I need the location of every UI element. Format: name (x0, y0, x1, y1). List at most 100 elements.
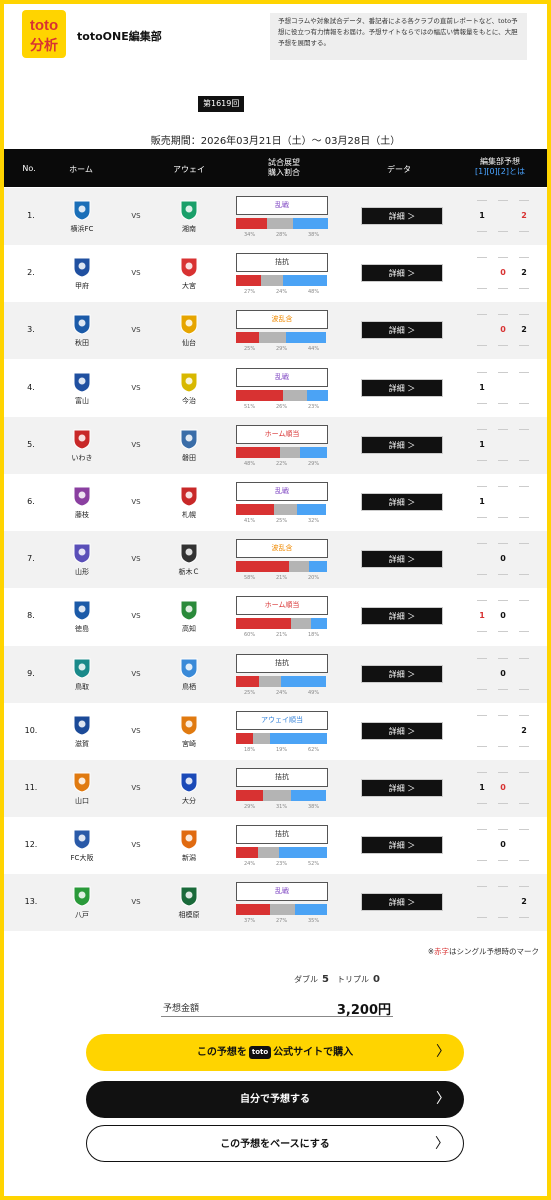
pick-explain-link[interactable]: [1][0][2]とは (464, 167, 536, 177)
editor-picks: 0 (471, 543, 535, 576)
draw-segment (270, 904, 295, 916)
draw-pct: 29% (276, 346, 288, 353)
away-pct: 38% (308, 804, 320, 810)
away-team-name: 栃木Ｃ (178, 568, 200, 577)
home-team-name: FC大阪 (70, 854, 94, 863)
home-team-name: いわき (71, 453, 93, 462)
away-emblem-icon (180, 600, 198, 621)
away-team: 磐田 (162, 428, 216, 463)
svg-text:分析: 分析 (30, 37, 58, 54)
col-pick: 編集部予想 [1][0][2]とは (464, 157, 536, 177)
buy-label-pre: この予想を (196, 1047, 247, 1058)
match-row: 3. 秋田 VS 仙台 波乱含 25% 29% 44% 詳細 ＞ 0 2 (4, 302, 547, 360)
away-win-segment (270, 732, 328, 744)
away-team-name: 宮崎 (182, 739, 196, 748)
pick-slot: 2 (515, 314, 533, 347)
detail-button[interactable]: 詳細 ＞ (361, 836, 443, 855)
predict-yourself-button[interactable]: 自分で予想する 〉 (86, 1081, 464, 1118)
home-team: 富山 (55, 371, 109, 406)
away-win-segment (294, 904, 328, 916)
pick-slot: 2 (515, 886, 533, 919)
col-home: ホーム (69, 165, 93, 174)
table-header: No. ホーム アウェイ 試合展望 購入割合 データ 編集部予想 [1][0][… (4, 149, 547, 187)
purchase-ratio-bar (236, 904, 328, 916)
match-row: 8. 徳島 VS 高知 ホーム順当 60% 21% 18% 詳細 ＞ 1 0 (4, 588, 547, 645)
home-win-segment (236, 275, 261, 287)
col-outlook-line1: 試合展望 (268, 158, 300, 167)
home-pct: 25% (244, 689, 256, 696)
draw-segment (252, 732, 271, 744)
double-label: ダブル (294, 975, 318, 984)
home-win-segment (236, 389, 283, 401)
match-no: 12. (24, 840, 38, 850)
detail-button[interactable]: 詳細 ＞ (361, 321, 443, 340)
detail-button[interactable]: 詳細 ＞ (361, 378, 443, 397)
pick-slot: 1 (473, 371, 491, 404)
pick-slot: 1 (473, 486, 491, 518)
home-team: いわき (55, 428, 109, 463)
home-team-name: 秋田 (75, 339, 89, 348)
home-win-segment (236, 332, 259, 344)
draw-segment (282, 389, 307, 401)
match-no: 3. (27, 325, 35, 335)
away-team: 相模原 (162, 885, 216, 920)
match-row: 6. 藤枝 VS 札幌 乱戦 41% 25% 32% 詳細 ＞ 1 (4, 474, 547, 531)
outlook-label: 拮抗 (236, 825, 328, 845)
away-team-name: 磐田 (182, 453, 196, 462)
intro-text: 予想コラムや対象試合データ、番記者による各クラブの直前レポートなど、toto予想… (270, 13, 527, 60)
editor-picks: 1 (471, 371, 535, 404)
home-win-segment (236, 904, 271, 916)
home-emblem-icon (73, 543, 91, 564)
detail-button[interactable]: 詳細 ＞ (361, 779, 443, 797)
detail-button[interactable]: 詳細 ＞ (361, 607, 443, 626)
match-row: 10. 滋賀 VS 宮崎 アウェイ順当 18% 19% 62% 詳細 ＞ 2 (4, 703, 547, 760)
vs-label: VS (131, 212, 141, 220)
buy-on-official-site-button[interactable]: この予想を toto 公式サイトで購入 〉 (86, 1034, 464, 1071)
detail-button[interactable]: 詳細 ＞ (361, 435, 443, 454)
detail-button[interactable]: 詳細 ＞ (361, 207, 443, 225)
pick-slot (494, 200, 512, 232)
home-team: 鳥取 (55, 657, 109, 692)
vs-label: VS (131, 326, 141, 335)
detail-button[interactable]: 詳細 ＞ (361, 664, 443, 683)
detail-button[interactable]: 詳細 ＞ (361, 893, 443, 912)
outlook-label: アウェイ順当 (236, 710, 328, 730)
purchase-ratio-bar (236, 446, 328, 458)
home-win-segment (236, 218, 268, 229)
draw-pct: 25% (276, 518, 288, 524)
legend-note: ※赤字はシングル予想時のマーク (428, 946, 539, 957)
detail-button[interactable]: 詳細 ＞ (361, 721, 443, 740)
detail-button[interactable]: 詳細 ＞ (361, 493, 443, 511)
draw-segment (289, 561, 309, 573)
match-no: 7. (27, 554, 35, 564)
round-badge: 第1619回 (198, 96, 245, 112)
pick-slot: 1 (473, 772, 491, 804)
header: toto 分析 totoONE編集部 予想コラムや対象試合データ、番記者による各… (4, 4, 547, 64)
away-team: 栃木Ｃ (162, 542, 216, 577)
draw-pct: 24% (276, 689, 288, 696)
away-pct: 49% (308, 689, 320, 696)
away-pct: 62% (308, 746, 320, 753)
home-emblem-icon (73, 886, 91, 907)
away-team: 湘南 (162, 199, 216, 234)
away-team: 宮崎 (162, 714, 216, 749)
detail-button[interactable]: 詳細 ＞ (361, 264, 443, 283)
vs-label: VS (131, 726, 141, 735)
use-as-base-button[interactable]: この予想をベースにする 〉 (86, 1125, 464, 1162)
away-emblem-icon (180, 200, 198, 221)
outlook-label: ホーム順当 (236, 596, 328, 616)
draw-segment (291, 618, 311, 630)
away-team: 鳥栖 (162, 657, 216, 692)
home-team: 横浜FC (55, 199, 109, 234)
pick-slot: 1 (473, 428, 491, 461)
detail-button[interactable]: 詳細 ＞ (361, 550, 443, 569)
pick-slot (473, 314, 491, 347)
toto-bunseki-logo[interactable]: toto 分析 (22, 10, 66, 58)
away-emblem-icon (180, 658, 198, 679)
chevron-right-icon: 〉 (436, 1044, 450, 1060)
away-pct: 20% (308, 575, 320, 582)
buy-label-post: 公式サイトで購入 (273, 1047, 354, 1058)
home-team: 山形 (55, 542, 109, 577)
note-red-word: 赤字 (434, 947, 449, 956)
home-win-segment (236, 446, 281, 458)
